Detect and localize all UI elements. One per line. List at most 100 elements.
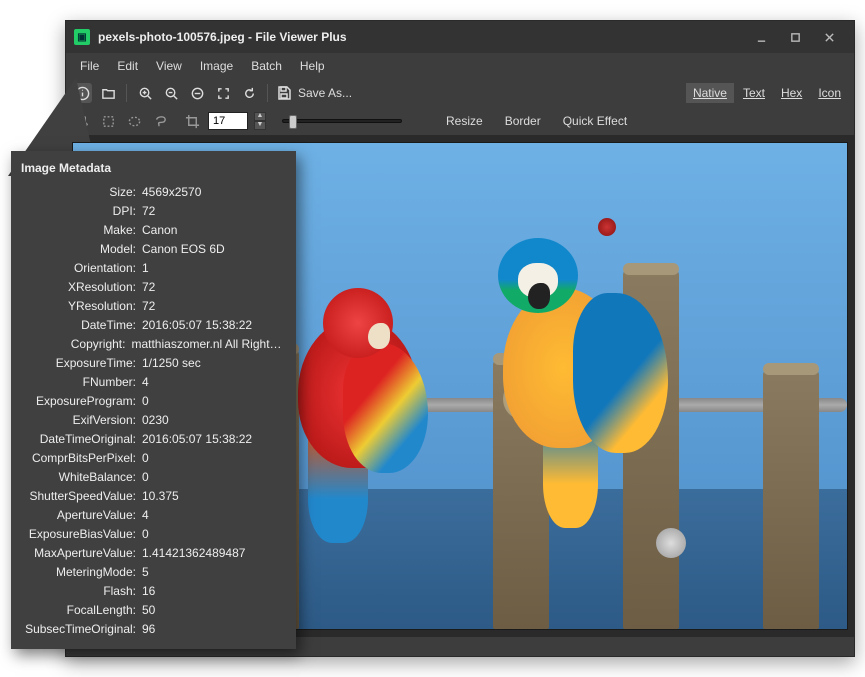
metadata-value: 4569x2570 <box>142 183 201 202</box>
toolbar-divider <box>267 84 268 102</box>
titlebar: ▣ pexels-photo-100576.jpeg - File Viewer… <box>66 21 854 53</box>
metadata-value: 50 <box>142 601 155 620</box>
metadata-key: MeteringMode: <box>11 563 136 582</box>
minimize-button[interactable] <box>744 26 778 48</box>
metadata-value: 1/1250 sec <box>142 354 201 373</box>
metadata-row: ExposureProgram:0 <box>11 392 286 411</box>
metadata-value: 2016:05:07 15:38:22 <box>142 430 252 449</box>
view-icon-button[interactable]: Icon <box>811 83 848 103</box>
metadata-row: FNumber:4 <box>11 373 286 392</box>
metadata-value: 0 <box>142 525 149 544</box>
zoom-slider[interactable] <box>282 119 402 123</box>
metadata-value: 4 <box>142 373 149 392</box>
metadata-row: Flash:16 <box>11 582 286 601</box>
metadata-key: ComprBitsPerPixel: <box>11 449 136 468</box>
crop-icon[interactable] <box>182 111 202 131</box>
rotate-icon[interactable] <box>239 83 259 103</box>
window-title: pexels-photo-100576.jpeg - File Viewer P… <box>98 30 347 44</box>
metadata-value: 96 <box>142 620 155 639</box>
zoom-in-icon[interactable] <box>135 83 155 103</box>
metadata-heading: Image Metadata <box>21 161 286 175</box>
toolbar-divider <box>126 84 127 102</box>
metadata-row: Make: Canon <box>11 221 286 240</box>
metadata-value: 72 <box>142 202 155 221</box>
metadata-row: ComprBitsPerPixel: 0 <box>11 449 286 468</box>
main-toolbar: Save As... Native Text Hex Icon <box>66 79 854 107</box>
metadata-value: Canon EOS 6D <box>142 240 225 259</box>
select-ellipse-icon[interactable] <box>124 111 144 131</box>
metadata-row: WhiteBalance:0 <box>11 468 286 487</box>
metadata-value: 1 <box>142 259 149 278</box>
hand-icon[interactable] <box>72 111 92 131</box>
metadata-key: FocalLength: <box>11 601 136 620</box>
fullscreen-icon[interactable] <box>213 83 233 103</box>
menu-image[interactable]: Image <box>192 57 241 75</box>
metadata-row: ExposureBiasValue: 0 <box>11 525 286 544</box>
zoom-input[interactable] <box>208 112 248 130</box>
metadata-value: 4 <box>142 506 149 525</box>
open-folder-icon[interactable] <box>98 83 118 103</box>
menu-file[interactable]: File <box>72 57 107 75</box>
app-window: ▣ pexels-photo-100576.jpeg - File Viewer… <box>65 20 855 657</box>
metadata-row: DPI: 72 <box>11 202 286 221</box>
slider-thumb[interactable] <box>289 115 297 129</box>
metadata-row: Size: 4569x2570 <box>11 183 286 202</box>
maximize-button[interactable] <box>778 26 812 48</box>
metadata-key: ShutterSpeedValue: <box>11 487 136 506</box>
metadata-row: FocalLength: 50 <box>11 601 286 620</box>
close-button[interactable] <box>812 26 846 48</box>
metadata-row: Copyright:matthiaszomer.nl All Rights Re… <box>11 335 286 354</box>
view-text-button[interactable]: Text <box>736 83 772 103</box>
app-icon: ▣ <box>74 29 90 45</box>
metadata-key: ExifVersion: <box>11 411 136 430</box>
metadata-key: DateTime: <box>11 316 136 335</box>
metadata-value: 5 <box>142 563 149 582</box>
select-rect-icon[interactable] <box>98 111 118 131</box>
resize-button[interactable]: Resize <box>438 112 491 130</box>
quick-effect-button[interactable]: Quick Effect <box>555 112 635 130</box>
metadata-row: Orientation: 1 <box>11 259 286 278</box>
metadata-key: Orientation: <box>11 259 136 278</box>
menu-edit[interactable]: Edit <box>109 57 146 75</box>
metadata-key: ExposureBiasValue: <box>11 525 136 544</box>
metadata-key: MaxApertureValue: <box>11 544 136 563</box>
view-native-button[interactable]: Native <box>686 83 734 103</box>
metadata-row: SubsecTimeOriginal: 96 <box>11 620 286 639</box>
metadata-value: matthiaszomer.nl All Rights Res <box>131 335 286 354</box>
metadata-value: 1.41421362489487 <box>142 544 245 563</box>
metadata-row: ShutterSpeedValue: 10.375 <box>11 487 286 506</box>
metadata-row: DateTimeOriginal:2016:05:07 15:38:22 <box>11 430 286 449</box>
lasso-icon[interactable] <box>150 111 170 131</box>
metadata-row: MeteringMode: 5 <box>11 563 286 582</box>
metadata-value: 72 <box>142 278 155 297</box>
menu-batch[interactable]: Batch <box>243 57 290 75</box>
metadata-key: SubsecTimeOriginal: <box>11 620 136 639</box>
metadata-key: Model: <box>11 240 136 259</box>
save-as-button[interactable]: Save As... <box>276 85 352 101</box>
save-icon <box>276 85 292 101</box>
metadata-value: 2016:05:07 15:38:22 <box>142 316 252 335</box>
metadata-row: ExposureTime:1/1250 sec <box>11 354 286 373</box>
metadata-key: Size: <box>11 183 136 202</box>
metadata-value: 10.375 <box>142 487 179 506</box>
metadata-panel: Image Metadata Size:4569x2570DPI:72Make:… <box>11 151 296 649</box>
metadata-row: YResolution:72 <box>11 297 286 316</box>
zoom-out-icon[interactable] <box>161 83 181 103</box>
metadata-key: DPI: <box>11 202 136 221</box>
save-as-label: Save As... <box>298 86 352 100</box>
menubar: File Edit View Image Batch Help <box>66 53 854 79</box>
view-hex-button[interactable]: Hex <box>774 83 809 103</box>
menu-view[interactable]: View <box>148 57 190 75</box>
border-button[interactable]: Border <box>497 112 549 130</box>
metadata-value: 0 <box>142 449 149 468</box>
metadata-row: XResolution:72 <box>11 278 286 297</box>
zoom-reset-icon[interactable] <box>187 83 207 103</box>
zoom-spinner[interactable]: ▲▼ <box>254 112 266 130</box>
metadata-value: Canon <box>142 221 177 240</box>
metadata-key: Make: <box>11 221 136 240</box>
menu-help[interactable]: Help <box>292 57 333 75</box>
metadata-key: WhiteBalance: <box>11 468 136 487</box>
metadata-key: ApertureValue: <box>11 506 136 525</box>
metadata-row: MaxApertureValue: 1.41421362489487 <box>11 544 286 563</box>
info-icon[interactable] <box>72 83 92 103</box>
